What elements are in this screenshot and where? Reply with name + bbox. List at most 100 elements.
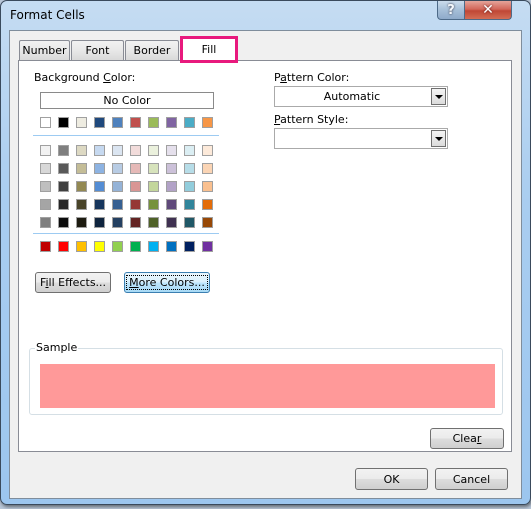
tint-color-swatch[interactable] <box>112 145 123 156</box>
chevron-down-icon[interactable] <box>431 88 446 105</box>
chevron-down-icon[interactable] <box>431 130 446 147</box>
tint-color-swatch[interactable] <box>184 145 195 156</box>
tint-color-swatch[interactable] <box>148 181 159 192</box>
theme-color-swatch[interactable] <box>58 117 69 128</box>
tab-font[interactable]: Font <box>71 40 124 60</box>
tab-border-label: Border <box>133 44 171 57</box>
tint-color-swatch[interactable] <box>58 145 69 156</box>
theme-color-swatch[interactable] <box>184 117 195 128</box>
tint-color-swatch[interactable] <box>166 145 177 156</box>
tint-color-swatch[interactable] <box>130 163 141 174</box>
theme-color-swatch[interactable] <box>40 117 51 128</box>
tint-color-swatch[interactable] <box>184 217 195 228</box>
tint-color-swatch[interactable] <box>166 163 177 174</box>
standard-color-swatch[interactable] <box>184 241 195 252</box>
fill-effects-button[interactable]: Fill Effects... <box>35 272 111 293</box>
help-button[interactable]: ? <box>437 1 465 20</box>
tab-fill[interactable]: Fill <box>180 37 238 61</box>
tint-color-swatch[interactable] <box>94 181 105 192</box>
tint-color-swatch[interactable] <box>58 217 69 228</box>
pattern-color-dropdown[interactable]: Automatic <box>274 86 448 107</box>
tint-color-swatch[interactable] <box>58 163 69 174</box>
ok-button[interactable]: OK <box>355 468 428 490</box>
theme-colors-row <box>40 117 213 128</box>
tint-colors-row <box>40 217 213 228</box>
tint-color-swatch[interactable] <box>184 163 195 174</box>
tab-number[interactable]: Number <box>19 40 70 60</box>
theme-color-swatch[interactable] <box>166 117 177 128</box>
palette-separator-bottom <box>33 233 219 234</box>
theme-color-swatch[interactable] <box>148 117 159 128</box>
tint-color-swatch[interactable] <box>94 145 105 156</box>
clear-button[interactable]: Clear <box>430 428 504 449</box>
tint-color-swatch[interactable] <box>94 199 105 210</box>
standard-color-swatch[interactable] <box>202 241 213 252</box>
tint-color-swatch[interactable] <box>202 181 213 192</box>
tint-color-swatch[interactable] <box>40 181 51 192</box>
cancel-button[interactable]: Cancel <box>435 468 508 490</box>
theme-color-swatch[interactable] <box>76 117 87 128</box>
theme-color-swatch[interactable] <box>94 117 105 128</box>
tint-color-swatch[interactable] <box>148 199 159 210</box>
theme-color-swatch[interactable] <box>202 117 213 128</box>
sample-preview <box>40 364 495 408</box>
tint-color-swatch[interactable] <box>76 181 87 192</box>
tint-color-swatch[interactable] <box>58 181 69 192</box>
cancel-label: Cancel <box>452 472 491 486</box>
theme-color-swatch[interactable] <box>112 117 123 128</box>
standard-color-swatch[interactable] <box>94 241 105 252</box>
standard-color-swatch[interactable] <box>130 241 141 252</box>
standard-color-swatch[interactable] <box>58 241 69 252</box>
more-colors-label: More Colors... <box>126 275 208 290</box>
tint-color-swatch[interactable] <box>166 181 177 192</box>
tint-color-swatch[interactable] <box>166 199 177 210</box>
tint-color-swatch[interactable] <box>40 145 51 156</box>
tint-color-swatch[interactable] <box>184 181 195 192</box>
tint-color-swatch[interactable] <box>112 181 123 192</box>
tint-color-swatch[interactable] <box>148 145 159 156</box>
tint-color-swatch[interactable] <box>76 163 87 174</box>
tint-color-swatch[interactable] <box>184 199 195 210</box>
standard-color-swatch[interactable] <box>76 241 87 252</box>
tint-color-swatch[interactable] <box>202 217 213 228</box>
tint-color-swatch[interactable] <box>76 199 87 210</box>
fill-effects-label: Fill Effects... <box>39 276 107 289</box>
standard-color-swatch[interactable] <box>112 241 123 252</box>
pattern-color-label: Pattern Color: <box>274 71 350 84</box>
more-colors-button[interactable]: More Colors... <box>124 272 210 293</box>
sample-label: Sample <box>35 341 79 354</box>
tint-color-swatch[interactable] <box>202 163 213 174</box>
tint-color-swatch[interactable] <box>130 217 141 228</box>
tint-colors-row <box>40 163 213 174</box>
tint-color-swatch[interactable] <box>112 199 123 210</box>
no-color-button[interactable]: No Color <box>40 92 214 109</box>
standard-color-swatch[interactable] <box>166 241 177 252</box>
theme-color-swatch[interactable] <box>130 117 141 128</box>
tint-color-swatch[interactable] <box>148 163 159 174</box>
tab-border[interactable]: Border <box>125 40 179 60</box>
tint-color-swatch[interactable] <box>40 217 51 228</box>
tint-color-swatch[interactable] <box>112 163 123 174</box>
clear-label: Clear <box>452 432 482 445</box>
tint-color-swatch[interactable] <box>202 199 213 210</box>
tint-color-swatch[interactable] <box>76 145 87 156</box>
tint-color-swatch[interactable] <box>166 217 177 228</box>
tint-color-swatch[interactable] <box>130 181 141 192</box>
standard-color-swatch[interactable] <box>148 241 159 252</box>
tint-color-swatch[interactable] <box>202 145 213 156</box>
sample-group: Sample <box>29 341 503 415</box>
tint-color-swatch[interactable] <box>130 145 141 156</box>
tint-color-swatch[interactable] <box>112 217 123 228</box>
tint-color-swatch[interactable] <box>40 199 51 210</box>
standard-color-swatch[interactable] <box>40 241 51 252</box>
tint-color-swatch[interactable] <box>94 217 105 228</box>
tint-color-swatch[interactable] <box>40 163 51 174</box>
tint-color-swatch[interactable] <box>130 199 141 210</box>
tint-color-swatch[interactable] <box>58 199 69 210</box>
tint-color-swatch[interactable] <box>94 163 105 174</box>
tint-color-swatch[interactable] <box>76 217 87 228</box>
close-button[interactable]: ✕ <box>464 1 512 20</box>
tint-color-swatch[interactable] <box>148 217 159 228</box>
background-color-label: Background Color: <box>34 71 135 84</box>
pattern-style-dropdown[interactable] <box>274 128 448 149</box>
